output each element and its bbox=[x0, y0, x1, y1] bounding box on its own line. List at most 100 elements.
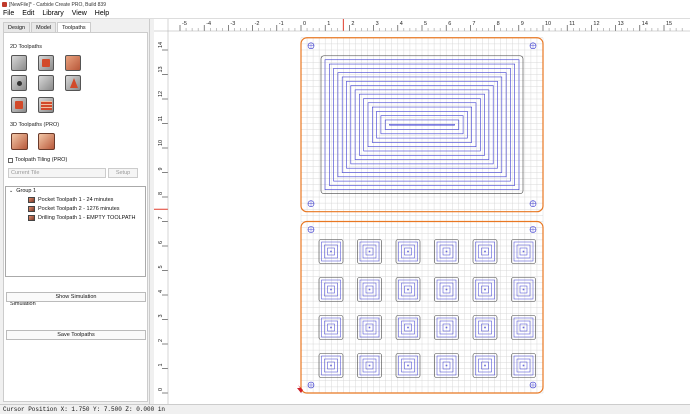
toolpath-path bbox=[401, 282, 415, 297]
menu-edit[interactable]: Edit bbox=[22, 10, 34, 17]
toolpath-path bbox=[362, 244, 377, 259]
toolpath-path bbox=[519, 323, 528, 332]
toolpath-path bbox=[368, 288, 371, 291]
menu-view[interactable]: View bbox=[72, 10, 87, 17]
tab-bar: Design Model Toolpaths bbox=[3, 22, 92, 32]
toolpath-path bbox=[478, 358, 492, 373]
small-pocket bbox=[318, 315, 344, 340]
small-pocket bbox=[434, 277, 459, 302]
toolpath-label: Drilling Toolpath 1 - EMPTY TOOLPATH bbox=[38, 215, 136, 221]
texture-toolpath-icon[interactable] bbox=[65, 75, 81, 91]
adaptive-toolpath-icon[interactable] bbox=[38, 97, 54, 113]
toolpath-label: Pocket Toolpath 2 - 1276 minutes bbox=[38, 206, 120, 212]
toolpath-path bbox=[362, 320, 377, 335]
toolpath-path bbox=[439, 320, 454, 335]
ruler-label: 0 bbox=[303, 21, 306, 27]
advanced-vcarve-icon[interactable] bbox=[38, 75, 54, 91]
show-simulation-button[interactable]: Show Simulation bbox=[6, 292, 146, 302]
app-icon bbox=[2, 2, 7, 7]
ruler-label: -5 bbox=[182, 21, 187, 27]
toolpath-path bbox=[519, 361, 528, 370]
tiling-checkbox[interactable] bbox=[8, 157, 13, 163]
left-ruler bbox=[154, 19, 168, 404]
toolpath-item[interactable]: Drilling Toolpath 1 - EMPTY TOOLPATH bbox=[28, 215, 136, 221]
toolpath-path bbox=[407, 364, 409, 367]
toolpath-label: Pocket Toolpath 1 - 24 minutes bbox=[38, 197, 114, 203]
design-canvas[interactable]: -5 -4 -3 -2 -1 0 1 2 3 4 5 6 7 8 9 10 11 12 13 14 15 14 13 12 11… bbox=[154, 19, 690, 404]
ruler-label: 8 bbox=[497, 21, 500, 27]
toolpath-path bbox=[445, 364, 448, 367]
toolpath-path bbox=[442, 361, 451, 370]
origin-icon bbox=[297, 385, 303, 393]
toolpath-path bbox=[401, 358, 415, 373]
toolpath-path bbox=[330, 288, 332, 291]
current-tile-select[interactable]: Current Tile bbox=[8, 168, 106, 178]
toolpath-item[interactable]: Pocket Toolpath 1 - 24 minutes bbox=[28, 197, 113, 203]
ruler-label: 7 bbox=[158, 216, 164, 219]
ruler-label: 4 bbox=[158, 290, 164, 293]
contour-toolpath-icon[interactable] bbox=[11, 55, 27, 71]
save-toolpaths-button[interactable]: Save Toolpaths bbox=[6, 330, 146, 340]
toolpath-path bbox=[439, 358, 454, 373]
pocket-icon bbox=[28, 206, 35, 212]
toolpath-path bbox=[404, 247, 412, 256]
small-pocket bbox=[357, 353, 382, 378]
small-pocket bbox=[318, 353, 344, 378]
rough-toolpath-icon[interactable] bbox=[11, 97, 27, 113]
status-bar: Cursor Position X: 1.750 Y: 7.500 Z: 0.0… bbox=[0, 404, 690, 414]
toolpath-path bbox=[327, 285, 335, 294]
ruler-label: 14 bbox=[642, 21, 648, 27]
canvas-svg[interactable]: -5 -4 -3 -2 -1 0 1 2 3 4 5 6 7 8 9 10 11 12 13 14 1514131211… bbox=[154, 19, 690, 404]
toolpath-path bbox=[519, 285, 528, 294]
3d-finish-icon[interactable] bbox=[38, 133, 55, 150]
toolpath-path bbox=[407, 288, 409, 291]
setup-button[interactable]: Setup bbox=[108, 168, 138, 178]
3d-rough-icon[interactable] bbox=[11, 133, 28, 150]
toolpath-path bbox=[445, 288, 448, 291]
small-pocket bbox=[395, 239, 421, 264]
group-label: Group 1 bbox=[16, 188, 37, 194]
ruler-label: 11 bbox=[569, 21, 575, 27]
menu-help[interactable]: Help bbox=[95, 10, 109, 17]
toolpath-path bbox=[324, 358, 338, 373]
ruler-label: 0 bbox=[158, 388, 164, 391]
ruler-label: 13 bbox=[158, 66, 164, 72]
toolpath-path bbox=[445, 250, 448, 253]
tiling-option[interactable]: Toolpath Tiling (PRO) bbox=[8, 157, 67, 163]
ruler-label: 7 bbox=[472, 21, 475, 27]
ruler-label: 2 bbox=[351, 21, 354, 27]
small-pocket bbox=[395, 353, 421, 378]
ruler-label: 14 bbox=[158, 42, 164, 48]
small-pocket bbox=[511, 315, 536, 340]
title-bar: [NewFile]* - Carbide Create PRO, Build 8… bbox=[0, 0, 690, 9]
menu-file[interactable]: File bbox=[3, 10, 14, 17]
toolpath-path bbox=[324, 244, 338, 259]
tab-toolpaths[interactable]: Toolpaths bbox=[57, 22, 91, 32]
toolpath-path bbox=[484, 250, 486, 253]
toolpath-list: ⌄ Group 1 Pocket Toolpath 1 - 24 minutes… bbox=[5, 186, 146, 277]
pocket-toolpath-icon[interactable] bbox=[38, 55, 54, 71]
toolpath-path bbox=[522, 326, 525, 329]
toolpath-path bbox=[522, 250, 525, 253]
toolpath-path bbox=[439, 244, 454, 259]
ruler-label: 4 bbox=[400, 21, 403, 27]
toolpath-path bbox=[484, 326, 486, 329]
vcarve-toolpath-icon[interactable] bbox=[65, 55, 81, 71]
small-pocket bbox=[318, 239, 344, 264]
ruler-label: -1 bbox=[279, 21, 284, 27]
tab-design[interactable]: Design bbox=[3, 22, 31, 32]
drill-toolpath-icon[interactable] bbox=[11, 75, 27, 91]
menu-library[interactable]: Library bbox=[42, 10, 63, 17]
toolpath-path bbox=[522, 288, 525, 291]
toolpath-path bbox=[484, 288, 486, 291]
collapse-arrow-icon[interactable]: ⌄ bbox=[9, 188, 13, 194]
ruler-label: 12 bbox=[158, 91, 164, 97]
small-pocket bbox=[357, 277, 382, 302]
tab-model[interactable]: Model bbox=[31, 22, 57, 32]
group-row[interactable]: ⌄ Group 1 bbox=[9, 188, 36, 194]
toolpaths-3d-label: 3D Toolpaths (PRO) bbox=[10, 122, 60, 128]
ruler-label: 1 bbox=[158, 363, 164, 366]
toolpath-path bbox=[404, 361, 412, 370]
toolpath-path bbox=[362, 358, 377, 373]
toolpath-item[interactable]: Pocket Toolpath 2 - 1276 minutes bbox=[28, 206, 120, 212]
